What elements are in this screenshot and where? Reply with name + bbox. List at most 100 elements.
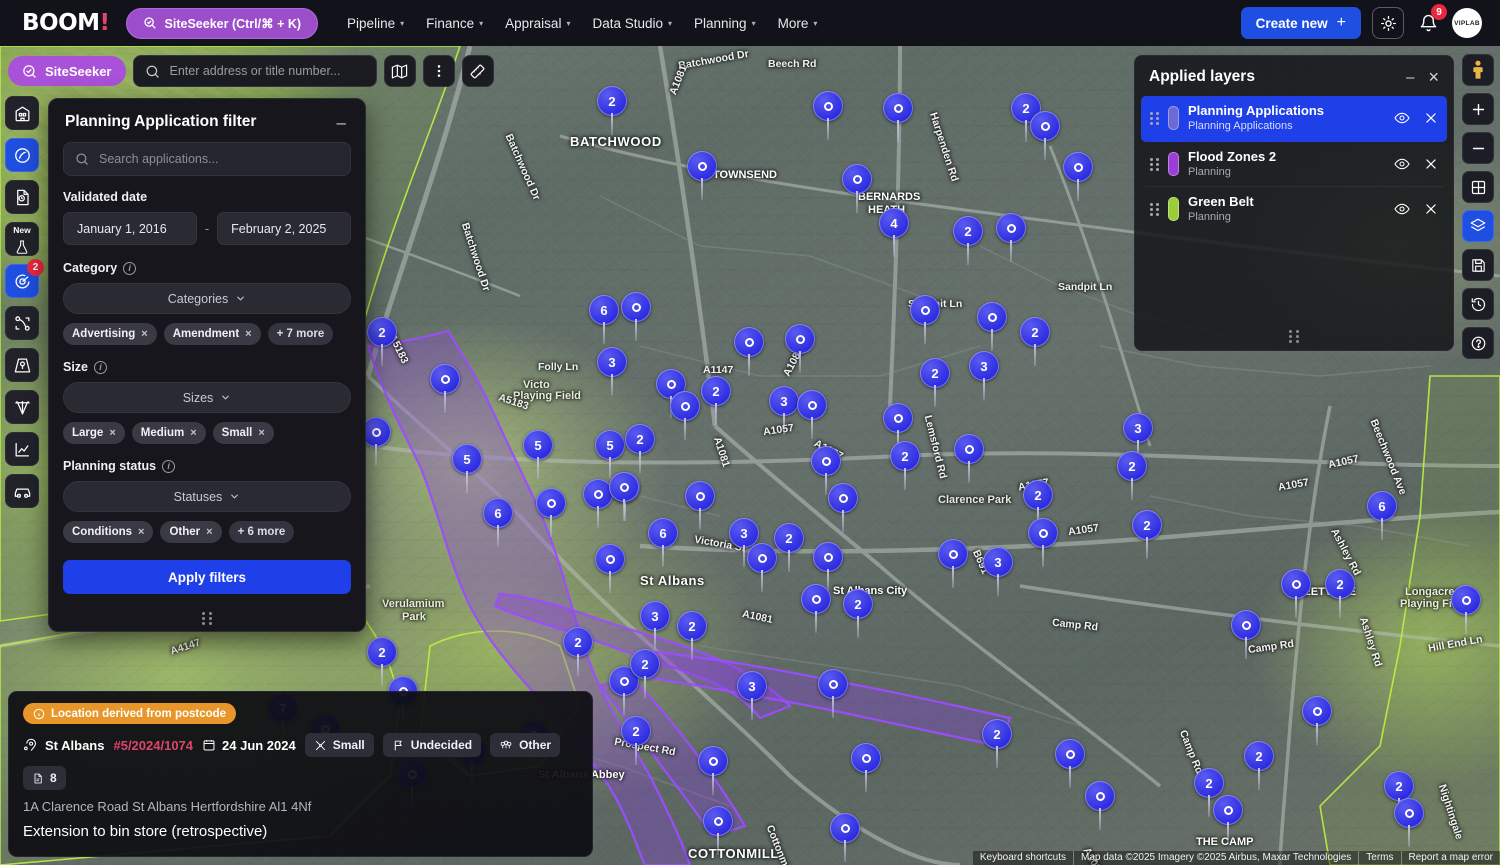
map-marker-single[interactable]	[1213, 795, 1243, 844]
map-marker-single[interactable]	[828, 483, 858, 532]
siteseeker-mode-pill[interactable]: SiteSeeker	[8, 56, 126, 86]
map-marker-single[interactable]	[536, 488, 566, 537]
category-select[interactable]: Categories	[63, 283, 351, 314]
eye-icon[interactable]	[1394, 156, 1410, 172]
minimize-icon[interactable]: –	[334, 114, 349, 131]
map-marker-cluster[interactable]: 3	[983, 547, 1013, 596]
map-marker-single[interactable]	[1085, 781, 1115, 830]
location-derived-badge[interactable]: Location derived from postcode	[23, 703, 237, 724]
map-marker-cluster[interactable]: 3	[769, 386, 799, 435]
map-marker-cluster[interactable]: 2	[1117, 451, 1147, 500]
map-marker-single[interactable]	[1302, 696, 1332, 745]
close-icon[interactable]: ×	[109, 427, 115, 439]
remove-layer-icon[interactable]	[1424, 157, 1438, 171]
eye-icon[interactable]	[1394, 201, 1410, 217]
sidebar-item-transport[interactable]	[5, 474, 39, 508]
nav-item-more[interactable]: More ▾	[769, 10, 827, 37]
nav-item-appraisal[interactable]: Appraisal ▾	[496, 10, 579, 37]
map-marker-cluster[interactable]: 2	[701, 376, 731, 425]
map-marker-single[interactable]	[1030, 111, 1060, 160]
date-to-input[interactable]: February 2, 2025	[217, 212, 351, 245]
keyboard-shortcuts-link[interactable]: Keyboard shortcuts	[973, 851, 1073, 865]
map-marker-single[interactable]	[813, 542, 843, 591]
nav-item-pipeline[interactable]: Pipeline ▾	[338, 10, 413, 37]
map-marker-single[interactable]	[734, 327, 764, 376]
chip-status-more[interactable]: + 6 more	[228, 521, 295, 543]
map-marker-cluster[interactable]: 3	[1123, 413, 1153, 462]
layers-button[interactable]	[1462, 210, 1494, 242]
map-marker-single[interactable]	[883, 403, 913, 452]
map-marker-single[interactable]	[621, 292, 651, 341]
status-select[interactable]: Statuses	[63, 481, 351, 512]
chip-amendment[interactable]: Amendment ×	[163, 323, 261, 345]
map-marker-single[interactable]	[1028, 518, 1058, 567]
map-marker-cluster[interactable]: 2	[597, 86, 627, 135]
map-marker-cluster[interactable]: 2	[774, 523, 804, 572]
applied-layers-resize-handle[interactable]	[1135, 324, 1453, 350]
chip-small[interactable]: Small ×	[212, 422, 274, 444]
map-marker-single[interactable]	[801, 584, 831, 633]
nav-item-finance[interactable]: Finance ▾	[417, 10, 492, 37]
avatar[interactable]: VIPLAB	[1452, 8, 1482, 38]
documents-tag[interactable]: 8	[23, 766, 66, 790]
address-search-box[interactable]	[132, 55, 377, 87]
map-marker-single[interactable]	[609, 472, 639, 521]
map-marker-single[interactable]	[685, 481, 715, 530]
map-marker-cluster[interactable]: 2	[843, 589, 873, 638]
drag-handle-icon[interactable]	[1150, 112, 1159, 126]
address-search-input[interactable]	[169, 64, 365, 78]
map-marker-cluster[interactable]: 3	[737, 671, 767, 720]
save-button[interactable]	[1462, 249, 1494, 281]
layer-row[interactable]: Planning Applications Planning Applicati…	[1141, 96, 1447, 142]
date-from-input[interactable]: January 1, 2016	[63, 212, 197, 245]
status-tag[interactable]: Undecided	[382, 733, 482, 757]
sidebar-item-utilities[interactable]	[5, 390, 39, 424]
map-marker-cluster[interactable]: 6	[589, 295, 619, 344]
chip-advertising[interactable]: Advertising ×	[63, 323, 157, 345]
map-marker-cluster[interactable]: 2	[621, 716, 651, 765]
map-marker-cluster[interactable]: 2	[1325, 569, 1355, 618]
map-marker-cluster[interactable]: 2	[625, 424, 655, 473]
siteseeker-command-button[interactable]: SiteSeeker (Ctrl/⌘ + K)	[125, 7, 319, 39]
history-button[interactable]	[1462, 288, 1494, 320]
category-tag[interactable]: Other	[490, 733, 561, 757]
info-icon[interactable]: i	[94, 360, 108, 374]
map-marker-cluster[interactable]: 2	[920, 358, 950, 407]
minimize-icon[interactable]: –	[1406, 70, 1414, 85]
chip-large[interactable]: Large ×	[63, 422, 125, 444]
close-icon[interactable]: ×	[190, 427, 196, 439]
map-marker-cluster[interactable]: 5	[595, 430, 625, 479]
map-marker-cluster[interactable]: 2	[563, 627, 593, 676]
map-marker-single[interactable]	[996, 213, 1026, 262]
sidebar-item-land[interactable]	[5, 138, 39, 172]
zoom-out-button[interactable]	[1462, 132, 1494, 164]
map-marker-cluster[interactable]: 2	[677, 611, 707, 660]
filter-search-input[interactable]	[99, 152, 339, 166]
map-marker-single[interactable]	[698, 746, 728, 795]
map-marker-single[interactable]	[830, 813, 860, 862]
sidebar-item-analytics[interactable]	[5, 432, 39, 466]
sidebar-item-history-doc[interactable]	[5, 180, 39, 214]
zoom-in-button[interactable]	[1462, 93, 1494, 125]
map-marker-single[interactable]	[1055, 739, 1085, 788]
map-canvas[interactable]: Batchwood Dr Beech Rd BATCHWOOD TOWNSEND BER…	[0, 46, 1500, 865]
map-marker-cluster[interactable]: 2	[1132, 510, 1162, 559]
size-select[interactable]: Sizes	[63, 382, 351, 413]
layer-row[interactable]: Green Belt Planning	[1141, 187, 1447, 232]
remove-layer-icon[interactable]	[1424, 111, 1438, 125]
map-marker-single[interactable]	[687, 151, 717, 200]
map-marker-single[interactable]	[818, 669, 848, 718]
map-marker-cluster[interactable]: 2	[367, 317, 397, 366]
map-marker-cluster[interactable]: 5	[452, 444, 482, 493]
map-marker-cluster[interactable]: 2	[1244, 741, 1274, 790]
sidebar-item-buildings[interactable]	[5, 96, 39, 130]
sidebar-item-targets[interactable]: 2	[5, 259, 44, 298]
close-icon[interactable]: ×	[1428, 68, 1439, 86]
layer-row[interactable]: Flood Zones 2 Planning	[1141, 142, 1447, 188]
map-marker-single[interactable]	[811, 446, 841, 495]
map-marker-cluster[interactable]: 6	[1367, 491, 1397, 540]
map-marker-single[interactable]	[1394, 798, 1424, 847]
more-options-button[interactable]	[422, 55, 455, 87]
map-marker-cluster[interactable]: 6	[483, 498, 513, 547]
chip-medium[interactable]: Medium ×	[131, 422, 206, 444]
